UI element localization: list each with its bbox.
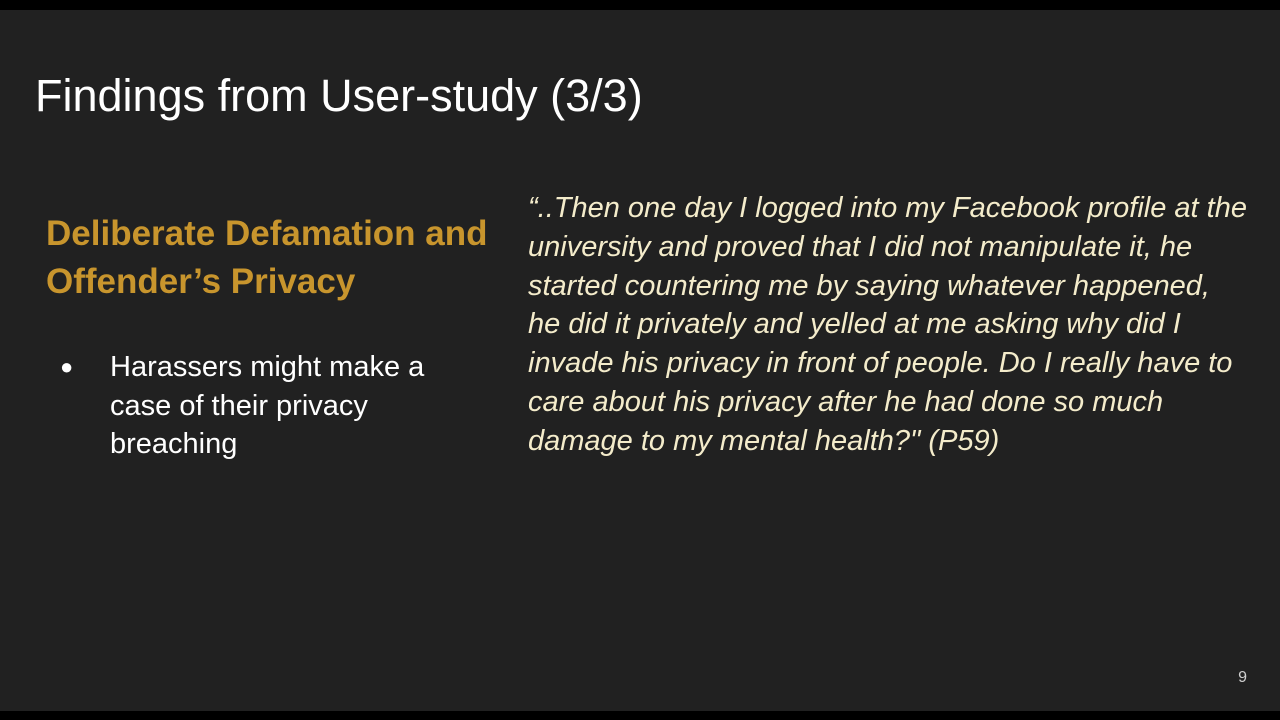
- participant-quote: “..Then one day I logged into my Faceboo…: [528, 192, 1247, 457]
- bullet-list: ● Harassers might make a case of their p…: [60, 348, 480, 464]
- slide-title: Findings from User-study (3/3): [35, 70, 643, 121]
- presentation-frame: Findings from User-study (3/3) Deliberat…: [0, 0, 1280, 720]
- section-heading: Deliberate Defamation and Offender’s Pri…: [46, 214, 488, 301]
- bullet-text: Harassers might make a case of their pri…: [110, 351, 425, 460]
- slide: Findings from User-study (3/3) Deliberat…: [0, 10, 1280, 711]
- bullet-dot-icon: ●: [60, 354, 74, 379]
- bullet-item: ● Harassers might make a case of their p…: [60, 348, 480, 464]
- page-number: 9: [1238, 669, 1247, 686]
